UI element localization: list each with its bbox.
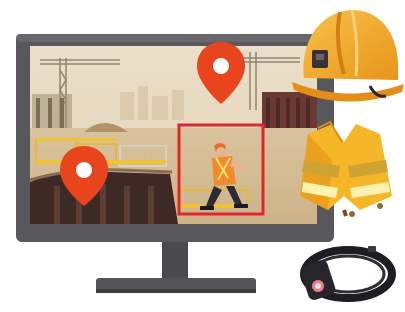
monitor-screen [30,46,317,224]
wristband-tracker-icon [300,246,396,302]
illustration [0,0,405,312]
monitor-stand [96,240,256,293]
safety-vest-icon [300,120,392,217]
hard-hat-icon [292,9,404,102]
